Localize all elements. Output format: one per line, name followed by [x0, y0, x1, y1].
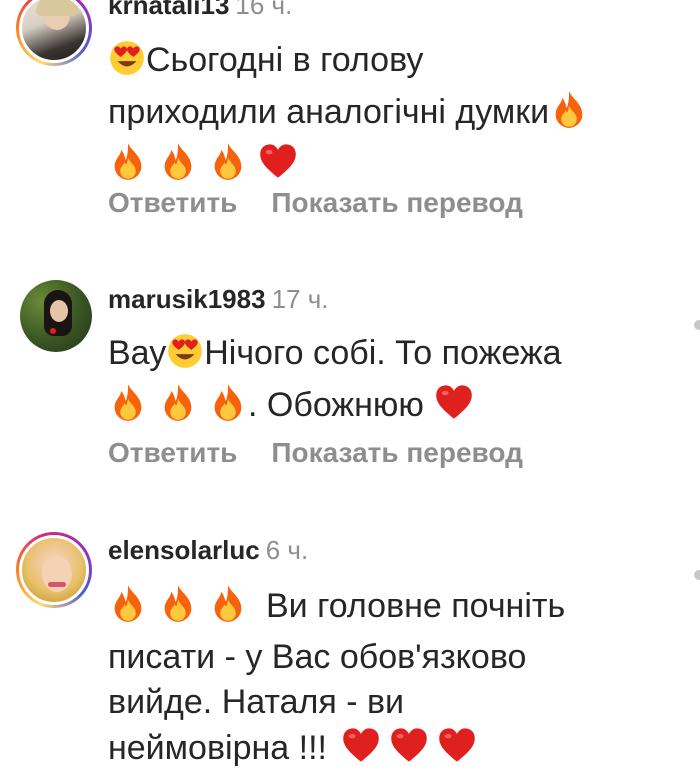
username-line: krnatali13 16 ч. [108, 0, 292, 20]
timestamp: 6 ч. [265, 535, 309, 565]
heart-eyes-icon [108, 39, 146, 89]
fire-icon [108, 583, 148, 635]
show-translation-button[interactable]: Показать перевод [271, 187, 523, 218]
fire-icon [108, 382, 148, 434]
username[interactable]: marusik1983 [108, 284, 266, 314]
username-line: elensolarluc 6 ч. [108, 535, 308, 565]
username[interactable]: elensolarluc [108, 535, 260, 565]
username[interactable]: krnatali13 [108, 0, 229, 20]
fire-icon [208, 583, 248, 635]
fire-icon [158, 583, 198, 635]
avatar [19, 535, 89, 605]
fire-icon [158, 382, 198, 434]
heart-icon [389, 725, 429, 777]
heart-icon [434, 382, 474, 434]
more-dot-icon[interactable] [694, 320, 700, 330]
timestamp: 16 ч. [235, 0, 293, 20]
comment-text: Сьогодні в голову приходили аналогічні д… [108, 38, 628, 193]
comment-actions: Ответить Показать перевод [108, 186, 557, 220]
comment-actions: Ответить Показать перевод [108, 436, 557, 470]
fire-icon [549, 89, 589, 141]
reply-button[interactable]: Ответить [108, 187, 237, 218]
fire-icon [208, 382, 248, 434]
show-translation-button[interactable]: Показать перевод [271, 437, 523, 468]
reply-button[interactable]: Ответить [108, 437, 237, 468]
heart-icon [341, 725, 381, 777]
heart-eyes-icon [166, 332, 204, 382]
timestamp: 17 ч. [271, 284, 329, 314]
avatar-photo [20, 280, 92, 352]
avatar-story-ring[interactable] [16, 532, 92, 608]
comment-text: Вау Нічого собі. То пожежа . Обожнюю [108, 331, 628, 434]
heart-icon [437, 725, 477, 777]
avatar[interactable] [20, 280, 92, 352]
avatar [19, 0, 89, 63]
comment-text: Ви головне почніть писати - у Вас обов'я… [108, 583, 628, 777]
more-dot-icon[interactable] [694, 570, 700, 580]
avatar-story-ring[interactable] [16, 0, 92, 66]
username-line: marusik1983 17 ч. [108, 284, 328, 314]
